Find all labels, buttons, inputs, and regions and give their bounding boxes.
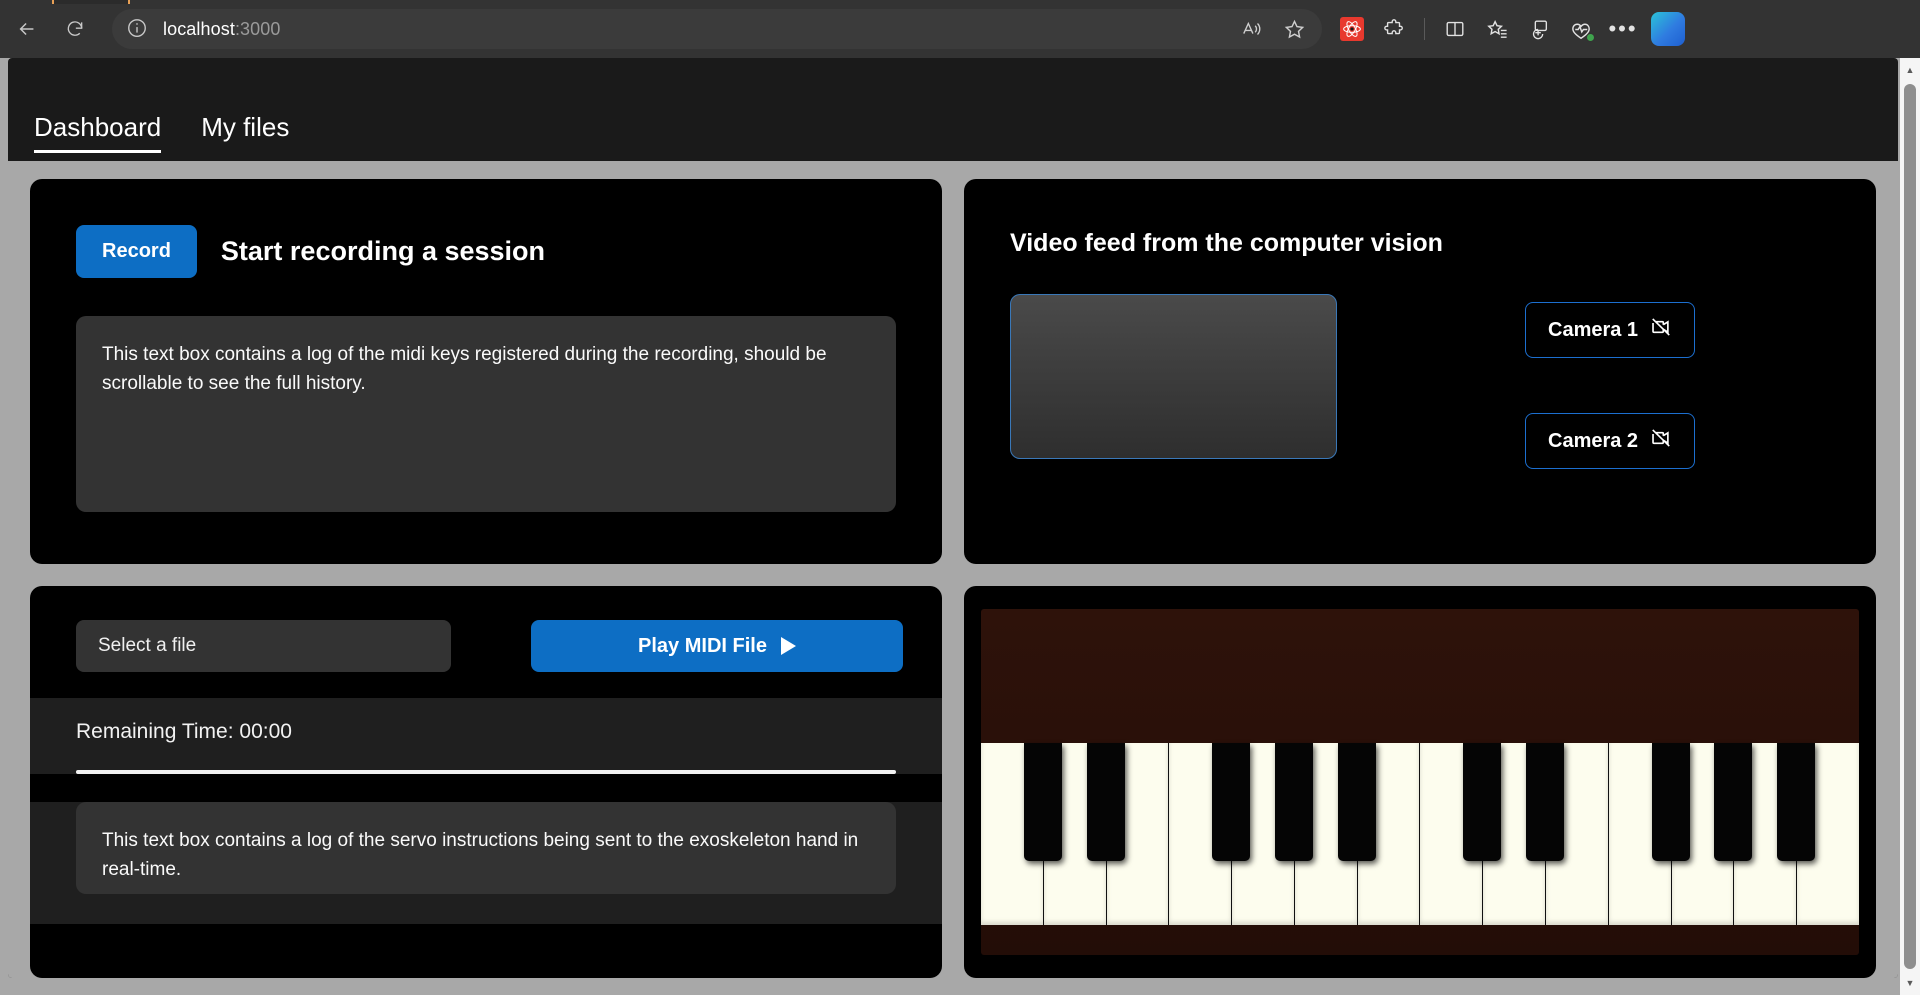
reload-button[interactable]: [54, 8, 96, 50]
camera-1-label: Camera 1: [1548, 318, 1639, 341]
piano-black-key[interactable]: [1337, 743, 1376, 861]
record-panel-title: Start recording a session: [220, 236, 546, 266]
camera-2-label: Camera 2: [1548, 429, 1639, 452]
vertical-scroll-thumb[interactable]: [1904, 84, 1916, 969]
record-button[interactable]: Record: [76, 225, 197, 278]
url-text: localhost:3000: [163, 19, 281, 40]
piano-black-key[interactable]: [1714, 743, 1753, 861]
browser-essentials-icon[interactable]: [1561, 9, 1601, 49]
record-panel: Record Start recording a session This te…: [30, 179, 942, 564]
record-header: Record Start recording a session: [30, 179, 942, 278]
horizontal-scrollbar[interactable]: [0, 979, 1900, 995]
url-host: localhost: [163, 18, 235, 39]
video-panel: Video feed from the computer vision Came…: [964, 179, 1876, 564]
back-button[interactable]: [6, 8, 48, 50]
favorites-list-icon[interactable]: [1477, 9, 1517, 49]
piano-black-key[interactable]: [1526, 743, 1565, 861]
extensions-puzzle-icon[interactable]: [1374, 9, 1414, 49]
settings-and-more-icon[interactable]: •••: [1603, 9, 1643, 49]
dashboard-grid: Record Start recording a session This te…: [8, 161, 1898, 978]
piano-black-key[interactable]: [1777, 743, 1816, 861]
status-dot: [1586, 33, 1595, 42]
tab-strip-stub: [52, 0, 130, 4]
browser-viewport: Dashboard My files Record Start recordin…: [0, 58, 1920, 995]
ellipsis-icon: •••: [1608, 16, 1638, 42]
playback-progress-bar[interactable]: [76, 770, 896, 774]
midi-log-textbox[interactable]: This text box contains a log of the midi…: [76, 316, 896, 512]
collections-icon[interactable]: [1519, 9, 1559, 49]
piano-black-key[interactable]: [1463, 743, 1502, 861]
tab-my-files[interactable]: My files: [201, 112, 289, 161]
piano-black-key[interactable]: [1651, 743, 1690, 861]
camera-button-group: Camera 1 Camera 2: [1525, 294, 1696, 469]
piano-white-key[interactable]: [981, 743, 1062, 925]
address-bar[interactable]: localhost:3000: [112, 9, 1322, 49]
play-triangle-icon: [780, 637, 796, 655]
video-panel-title: Video feed from the computer vision: [1010, 229, 1443, 257]
piano-panel: [964, 586, 1876, 978]
toolbar-divider: [1424, 18, 1425, 40]
piano-black-key[interactable]: [1086, 743, 1125, 861]
read-aloud-icon[interactable]: [1234, 11, 1270, 47]
servo-log-container: This text box contains a log of the serv…: [30, 802, 942, 924]
site-info-icon[interactable]: [126, 17, 150, 41]
piano-white-key[interactable]: [1608, 743, 1690, 925]
piano-white-key[interactable]: [1169, 743, 1251, 925]
video-feed-placeholder: [1010, 294, 1337, 459]
piano-black-key[interactable]: [1212, 743, 1251, 861]
servo-log-textbox[interactable]: This text box contains a log of the serv…: [76, 802, 896, 894]
browser-toolbar: localhost:3000 •••: [0, 0, 1920, 58]
file-select-input[interactable]: Select a file: [76, 620, 451, 672]
vertical-scrollbar[interactable]: ▲ ▼: [1900, 58, 1920, 995]
app-tab-bar: Dashboard My files: [8, 58, 1898, 161]
scroll-down-arrow-icon[interactable]: ▼: [1900, 973, 1920, 993]
remaining-time-label: Remaining Time: 00:00: [76, 720, 292, 743]
piano-white-key[interactable]: [1420, 743, 1502, 925]
split-screen-icon[interactable]: [1435, 9, 1475, 49]
piano-keyboard: [981, 609, 1859, 955]
playback-status-strip: Remaining Time: 00:00: [30, 698, 942, 774]
piano-black-key[interactable]: [1023, 743, 1062, 861]
url-port: :3000: [234, 18, 281, 39]
browser-toolbar-icons: •••: [1332, 9, 1695, 49]
copilot-icon[interactable]: [1651, 12, 1685, 46]
tab-dashboard[interactable]: Dashboard: [34, 112, 162, 161]
piano-keys: [981, 743, 1859, 925]
play-midi-button[interactable]: Play MIDI File: [531, 620, 903, 672]
play-midi-label: Play MIDI File: [638, 634, 767, 657]
camera-2-button[interactable]: Camera 2: [1525, 413, 1696, 469]
midi-player-panel: Select a file Play MIDI File Remaining T…: [30, 586, 942, 978]
piano-black-key[interactable]: [1274, 743, 1313, 861]
camera-1-button[interactable]: Camera 1: [1525, 302, 1696, 358]
favorite-star-icon[interactable]: [1276, 11, 1312, 47]
camera-off-icon: [1650, 427, 1672, 455]
scroll-up-arrow-icon[interactable]: ▲: [1900, 60, 1920, 80]
camera-off-icon: [1650, 316, 1672, 344]
react-devtools-extension-icon[interactable]: [1332, 9, 1372, 49]
app-page: Dashboard My files Record Start recordin…: [8, 58, 1898, 978]
video-panel-body: Camera 1 Camera 2: [964, 258, 1876, 469]
player-controls-row: Select a file Play MIDI File: [30, 586, 942, 672]
